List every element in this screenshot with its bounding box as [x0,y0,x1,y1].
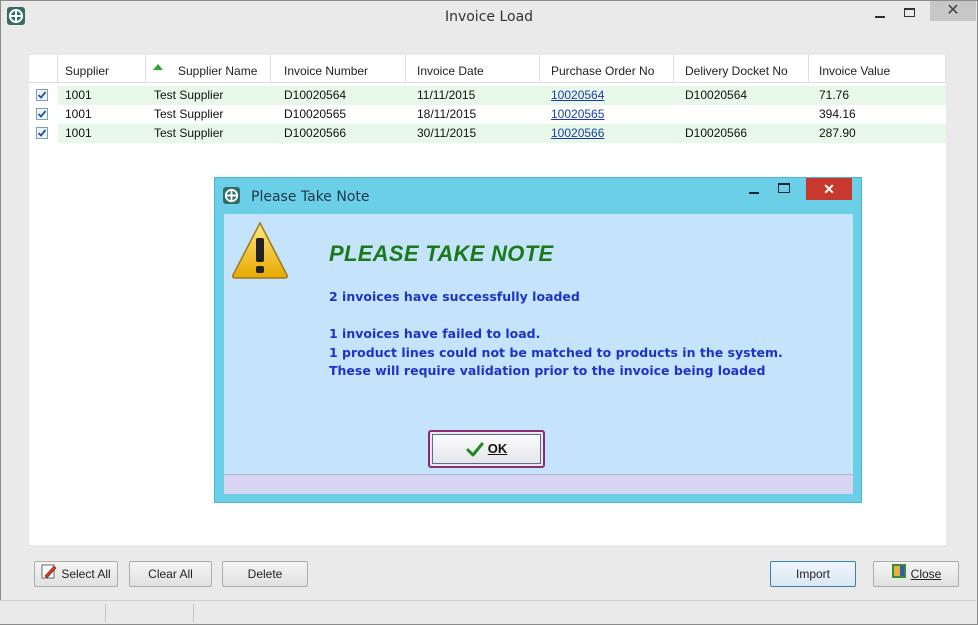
dialog-message-validation: These will require validation prior to t… [329,363,766,378]
delete-label: Delete [247,567,283,581]
column-separator [405,55,406,83]
purchase-order-link[interactable]: 10020566 [551,126,604,140]
cell-delivery-docket: D10020566 [685,126,748,140]
cell-invoice-number: D10020566 [284,126,347,140]
delete-button[interactable]: Delete [222,561,308,587]
minimize-button[interactable] [865,3,895,25]
dialog-message-failed: 1 invoices have failed to load. [329,326,541,341]
dialog-heading: PLEASE TAKE NOTE [329,241,554,266]
checkmark-icon [37,110,47,118]
cell-supplier-name: Test Supplier [154,88,224,102]
exit-door-icon [891,563,907,587]
column-header-supplier-name[interactable]: Supplier Name [178,64,257,78]
cell-supplier: 1001 [65,88,92,102]
cell-delivery-docket: D10020564 [685,88,748,102]
column-separator [808,55,809,83]
window-title: Invoice Load [444,9,534,25]
row-checkbox[interactable] [36,127,48,139]
checkmark-icon [37,91,47,99]
cell-supplier: 1001 [65,126,92,140]
dialog-app-icon [223,187,240,204]
table-row[interactable]: 1001 Test Supplier D10020564 11/11/2015 … [58,86,946,105]
column-header-delivery-docket[interactable]: Delivery Docket No [685,64,788,78]
maximize-icon [904,8,915,17]
purchase-order-link[interactable]: 10020564 [551,88,604,102]
clear-all-button[interactable]: Clear All [129,561,212,587]
dialog-close-button[interactable]: ✕ [806,178,852,200]
dialog-message-unmatched: 1 product lines could not be matched to … [329,345,783,360]
dialog-message-success: 2 invoices have successfully loaded [329,289,580,304]
ok-button[interactable]: OK [428,430,545,468]
ok-button-face: OK [432,434,541,464]
cell-supplier-name: Test Supplier [154,107,224,121]
column-header-purchase-order[interactable]: Purchase Order No [551,64,654,78]
dialog-body: PLEASE TAKE NOTE 2 invoices have success… [224,214,853,494]
column-header-invoice-value[interactable]: Invoice Value [819,64,890,78]
table-row[interactable]: 1001 Test Supplier D10020565 18/11/2015 … [58,105,946,124]
column-header-invoice-number[interactable]: Invoice Number [284,64,368,78]
column-separator [673,55,674,83]
grid-header [29,55,946,83]
cell-invoice-value: 287.90 [819,126,856,140]
dialog-minimize-button[interactable] [741,178,767,200]
minimize-icon [875,16,885,18]
cell-supplier: 1001 [65,107,92,121]
close-window-button[interactable]: ✕ [930,1,976,21]
status-separator [105,604,106,622]
select-all-button[interactable]: Select All [34,561,118,587]
dialog-title: Please Take Note [251,189,370,205]
purchase-order-link[interactable]: 10020565 [551,107,604,121]
edit-pencil-icon [41,563,57,587]
column-header-supplier[interactable]: Supplier [65,64,109,78]
cell-invoice-value: 394.16 [819,107,856,121]
column-separator [945,55,946,83]
sort-ascending-icon [153,64,163,70]
close-icon: ✕ [946,2,960,19]
close-button[interactable]: Close [873,561,959,587]
cell-invoice-value: 71.76 [819,88,850,102]
column-separator [270,55,271,83]
column-separator [539,55,540,83]
dialog-titlebar[interactable]: Please Take Note ✕ [215,178,861,214]
row-checkbox[interactable] [36,108,48,120]
ok-label: OK [487,441,508,456]
cell-invoice-number: D10020564 [284,88,347,102]
import-label: Import [795,567,830,581]
column-separator [57,55,58,83]
maximize-icon [778,183,790,193]
window-titlebar[interactable]: Invoice Load ✕ [1,1,977,31]
please-take-note-dialog: Please Take Note ✕ PLEASE TAKE NOTE 2 in… [214,177,862,503]
dialog-status-strip [224,474,853,494]
cell-supplier-name: Test Supplier [154,126,224,140]
column-header-invoice-date[interactable]: Invoice Date [417,64,484,78]
cell-invoice-number: D10020565 [284,107,347,121]
maximize-button[interactable] [895,3,925,25]
import-button[interactable]: Import [770,561,856,587]
status-bar [0,600,976,624]
cell-invoice-date: 11/11/2015 [417,88,476,102]
select-all-label: Select All [61,567,111,581]
dialog-maximize-button[interactable] [771,178,797,200]
cell-invoice-date: 30/11/2015 [417,126,477,140]
checkmark-icon [37,129,47,137]
checkmark-icon [466,442,484,457]
close-label: Close [910,567,942,581]
row-checkbox[interactable] [36,89,48,101]
cell-invoice-date: 18/11/2015 [417,107,477,121]
table-row[interactable]: 1001 Test Supplier D10020566 30/11/2015 … [58,124,946,143]
status-separator [193,604,194,622]
clear-all-label: Clear All [148,567,193,581]
column-separator [145,55,146,83]
minimize-icon [749,192,759,194]
close-icon: ✕ [823,181,835,197]
warning-icon [232,221,288,279]
